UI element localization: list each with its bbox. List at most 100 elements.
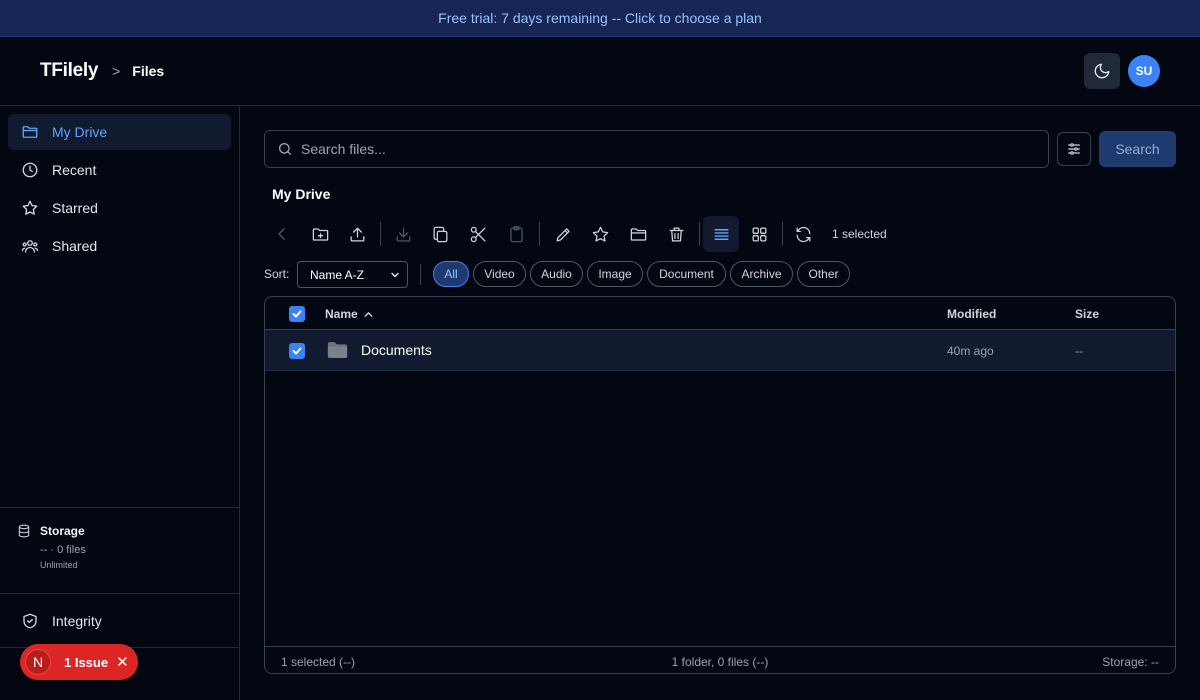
sidebar-item-recent[interactable]: Recent: [8, 152, 231, 188]
sort-select-value: Name A-Z: [310, 267, 365, 282]
star-button[interactable]: [582, 216, 618, 252]
sidebar-item-label: Integrity: [52, 613, 102, 629]
table-footer: 1 selected (--) 1 folder, 0 files (--) S…: [265, 646, 1175, 673]
page-title: My Drive: [272, 186, 331, 202]
table-header: Name Modified Size: [265, 297, 1175, 330]
toolbar-divider: [539, 222, 540, 246]
filter-chip-other[interactable]: Other: [797, 261, 850, 287]
table-row[interactable]: Documents 40m ago --: [265, 330, 1175, 371]
filter-chip-archive[interactable]: Archive: [730, 261, 793, 287]
sidebar-item-my-drive[interactable]: My Drive: [8, 114, 231, 150]
sidebar-item-label: Starred: [52, 200, 98, 216]
new-folder-button[interactable]: [302, 216, 338, 252]
chevron-down-icon: [391, 272, 399, 277]
sidebar-item-label: My Drive: [52, 124, 108, 140]
back-button[interactable]: [264, 216, 300, 252]
search-input[interactable]: [301, 141, 1001, 157]
back-icon: [278, 228, 285, 240]
selection-count: 1 selected: [832, 227, 887, 241]
select-all-checkbox[interactable]: [289, 306, 305, 322]
column-header-modified[interactable]: Modified: [947, 307, 996, 321]
theme-toggle-button[interactable]: [1084, 53, 1120, 89]
sort-label: Sort:: [264, 267, 290, 281]
download-icon: [396, 227, 410, 241]
search-icon: [279, 143, 291, 155]
filter-chip-document[interactable]: Document: [647, 261, 726, 287]
list-view-icon: [713, 228, 729, 240]
upload-icon: [350, 227, 364, 241]
footer-summary: 1 folder, 0 files (--): [671, 655, 769, 669]
column-header-size[interactable]: Size: [1075, 307, 1099, 321]
search-button[interactable]: Search: [1099, 131, 1176, 167]
brand-logo[interactable]: TFilely: [40, 60, 98, 82]
close-icon[interactable]: ✕: [116, 653, 129, 671]
breadcrumb-current: Files: [132, 63, 165, 79]
star-icon: [592, 226, 608, 242]
moon-icon: [1094, 63, 1110, 79]
sidebar-item-starred[interactable]: Starred: [8, 190, 231, 226]
download-button[interactable]: [385, 216, 421, 252]
toolbar-divider: [782, 222, 783, 246]
row-modified: 40m ago: [947, 344, 994, 358]
folder-icon: [327, 342, 348, 358]
move-button[interactable]: [620, 216, 656, 252]
rename-button[interactable]: [545, 216, 581, 252]
header-actions: SU: [1084, 53, 1160, 89]
trial-banner-text[interactable]: Free trial: 7 days remaining -- Click to…: [438, 10, 762, 26]
row-size: --: [1075, 344, 1083, 358]
row-name[interactable]: Documents: [361, 342, 432, 358]
refresh-button[interactable]: [785, 216, 821, 252]
check-icon: [292, 310, 302, 318]
delete-icon: [669, 227, 683, 241]
check-icon: [292, 347, 302, 355]
folder-icon: [22, 126, 38, 138]
issue-badge-initial: N: [25, 649, 51, 675]
cut-button[interactable]: [460, 216, 496, 252]
filter-divider: [420, 264, 421, 285]
column-header-name-label: Name: [325, 307, 358, 321]
users-icon: [21, 240, 39, 253]
breadcrumb-separator: >: [112, 63, 121, 79]
storage-usage: -- · 0 files: [40, 544, 86, 556]
upload-button[interactable]: [339, 216, 375, 252]
sidebar-item-shared[interactable]: Shared: [8, 228, 231, 264]
filter-chip-audio[interactable]: Audio: [530, 261, 583, 287]
copy-icon: [433, 226, 447, 242]
sidebar-item-integrity[interactable]: Integrity: [8, 604, 231, 638]
chevron-up-icon: [364, 311, 373, 317]
sidebar-item-label: Shared: [52, 238, 98, 254]
column-header-name[interactable]: Name: [325, 307, 375, 321]
filter-settings-button[interactable]: [1057, 132, 1091, 166]
list-view-button[interactable]: [703, 216, 739, 252]
file-table: Name Modified Size Documents 40m ago -- …: [264, 296, 1176, 674]
new-folder-icon: [312, 227, 328, 241]
filter-chip-all[interactable]: All: [433, 261, 469, 287]
star-icon: [22, 200, 38, 215]
filter-chip-video[interactable]: Video: [473, 261, 526, 287]
filter-chip-image[interactable]: Image: [587, 261, 643, 287]
copy-button[interactable]: [422, 216, 458, 252]
user-avatar[interactable]: SU: [1128, 55, 1160, 87]
delete-button[interactable]: [658, 216, 694, 252]
sort-select[interactable]: Name A-Z: [297, 261, 408, 288]
search-bar: [264, 130, 1049, 168]
shield-check-icon: [23, 613, 37, 629]
clock-icon: [22, 162, 38, 178]
move-icon: [630, 227, 646, 241]
cut-icon: [470, 226, 485, 242]
toolbar-divider: [699, 222, 700, 246]
paste-button[interactable]: [498, 216, 534, 252]
paste-icon: [509, 225, 523, 242]
storage-title-row: Storage: [17, 524, 239, 538]
app-header: TFilely > Files SU: [0, 37, 1200, 106]
sidebar: My Drive Recent Starred Shared Storage -…: [0, 106, 240, 700]
footer-storage: Storage: --: [1102, 655, 1159, 669]
row-checkbox[interactable]: [289, 343, 305, 359]
sliders-icon: [1068, 143, 1080, 155]
sidebar-item-label: Recent: [52, 162, 97, 178]
grid-view-button[interactable]: [741, 216, 777, 252]
trial-banner[interactable]: Free trial: 7 days remaining -- Click to…: [0, 0, 1200, 37]
toolbar-divider: [380, 222, 381, 246]
rename-icon: [556, 227, 570, 241]
issue-badge[interactable]: N 1 Issue ✕: [20, 644, 138, 680]
